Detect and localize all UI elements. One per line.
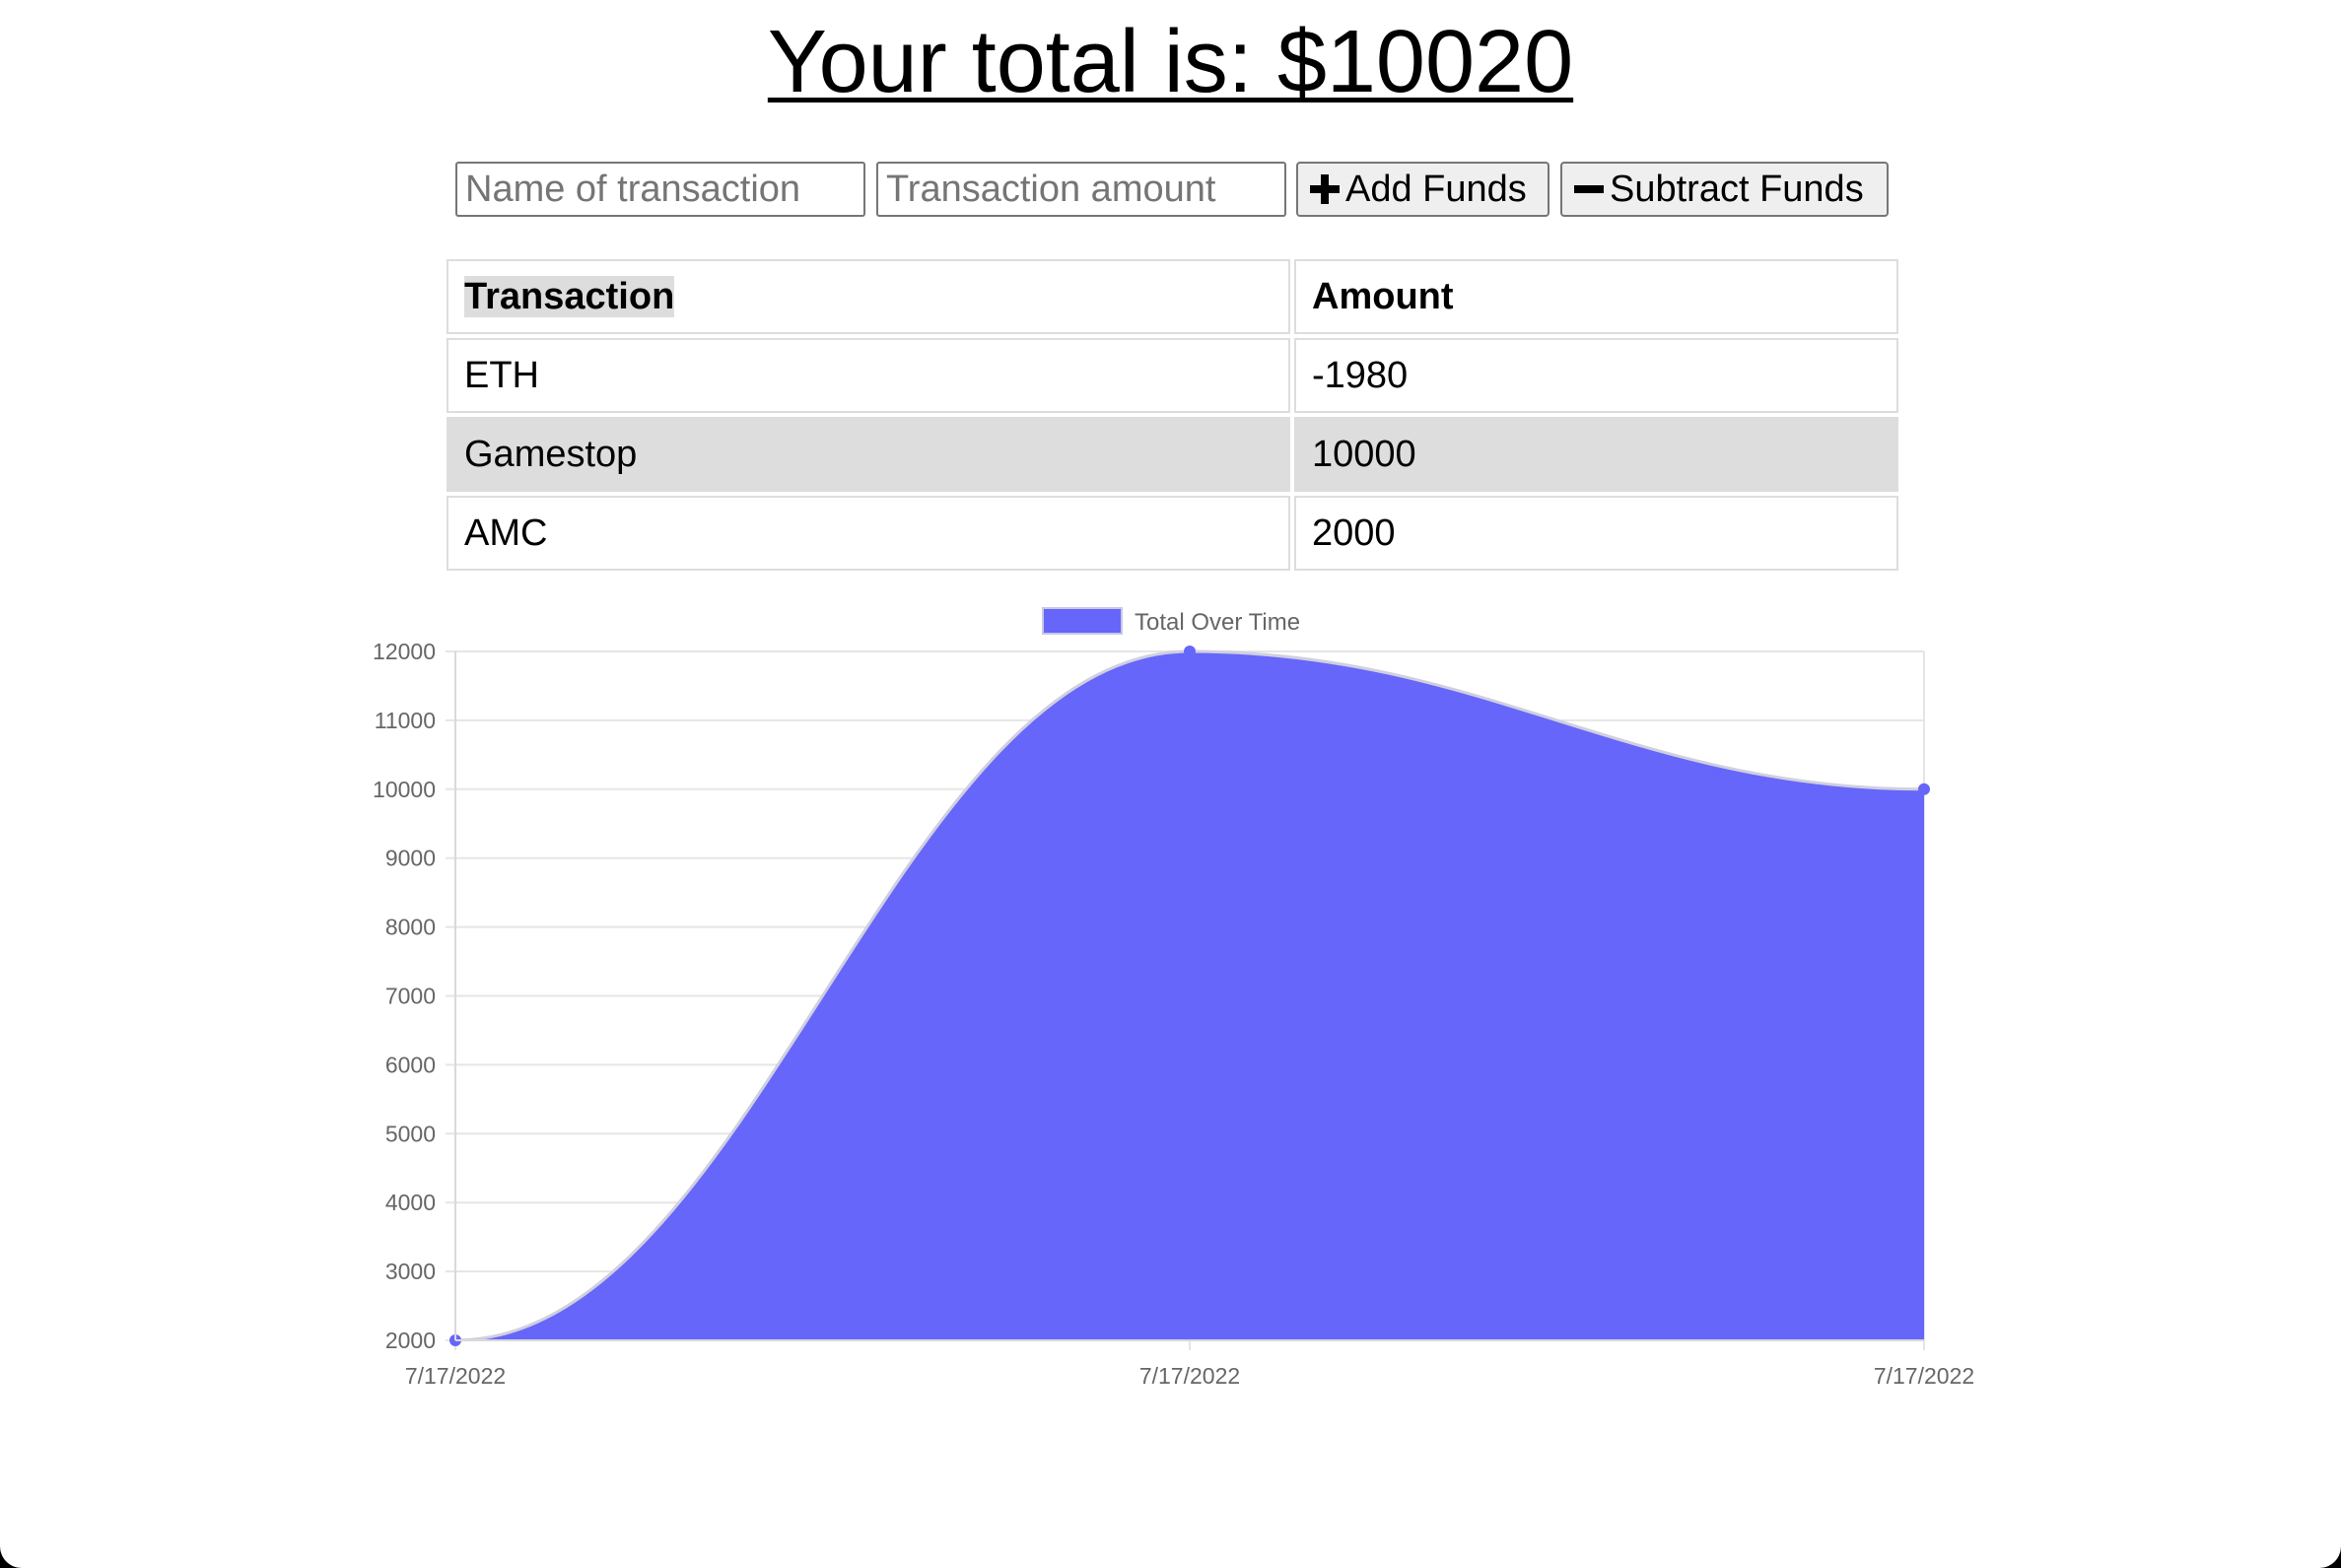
- transaction-name-cell: ETH: [447, 338, 1290, 413]
- x-tick-label: 7/17/2022: [405, 1363, 506, 1389]
- y-tick-label: 6000: [385, 1052, 436, 1077]
- y-tick-label: 4000: [385, 1190, 436, 1215]
- minus-icon: [1574, 174, 1604, 204]
- add-funds-label: Add Funds: [1345, 168, 1527, 210]
- table-row: Gamestop 10000: [447, 417, 1898, 492]
- transaction-amount-cell: -1980: [1294, 338, 1898, 413]
- y-tick-label: 9000: [385, 846, 436, 871]
- y-tick-label: 5000: [385, 1121, 436, 1146]
- column-header-amount: Amount: [1294, 259, 1898, 334]
- transaction-name-cell: Gamestop: [447, 417, 1290, 492]
- y-tick-label: 8000: [385, 915, 436, 940]
- y-tick-label: 2000: [385, 1328, 436, 1353]
- table-row: ETH -1980: [447, 338, 1898, 413]
- legend-label: Total Over Time: [1135, 609, 1300, 636]
- transaction-name-cell: AMC: [447, 496, 1290, 571]
- column-header-transaction: Transaction: [447, 259, 1290, 334]
- app-page: Your total is: $10020 Add Funds Subtract…: [0, 0, 2341, 1568]
- subtract-funds-label: Subtract Funds: [1610, 168, 1864, 210]
- table-row: AMC 2000: [447, 496, 1898, 571]
- subtract-funds-button[interactable]: Subtract Funds: [1560, 162, 1889, 217]
- y-tick-label: 11000: [375, 708, 436, 733]
- transaction-amount-cell: 10000: [1294, 417, 1898, 492]
- total-heading: Your total is: $10020: [0, 10, 2341, 114]
- x-tick-label: 7/17/2022: [1139, 1363, 1240, 1389]
- total-over-time-chart: 2000 3000 4000 5000 6000 7000 8000 9000 10000 110…: [373, 607, 1974, 1389]
- y-tick-label: 7000: [385, 984, 436, 1009]
- add-funds-button[interactable]: Add Funds: [1296, 162, 1549, 217]
- data-point: [1918, 783, 1930, 795]
- transaction-amount-input[interactable]: [876, 162, 1286, 217]
- y-tick-label: 12000: [373, 639, 436, 664]
- plus-icon: [1310, 174, 1340, 204]
- data-point: [1184, 646, 1196, 657]
- legend-swatch: [1042, 607, 1123, 635]
- transactions-table: Transaction Amount ETH -1980 Gamestop 10…: [443, 255, 1902, 575]
- total-text: Your total is: $10020: [767, 13, 1574, 111]
- y-tick-label: 3000: [385, 1259, 436, 1284]
- transaction-amount-cell: 2000: [1294, 496, 1898, 571]
- transaction-name-input[interactable]: [455, 162, 865, 217]
- y-tick-label: 10000: [373, 777, 436, 802]
- x-tick-label: 7/17/2022: [1874, 1363, 1974, 1389]
- table-header-row: Transaction Amount: [447, 259, 1898, 334]
